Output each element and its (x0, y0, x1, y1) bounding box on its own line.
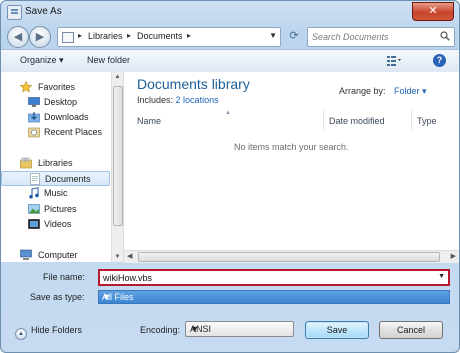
downloads-icon (28, 112, 40, 123)
hide-folders-button[interactable]: ▲ Hide Folders (15, 325, 82, 340)
chevron-down-icon[interactable]: ▼ (190, 324, 290, 334)
nav-item-favorites[interactable]: Favorites (1, 80, 110, 95)
breadcrumb-separator-icon[interactable]: ▸ (127, 31, 131, 40)
desktop-icon (28, 97, 40, 107)
pictures-icon (28, 204, 40, 214)
save-as-type-select[interactable]: All Files ▼ (98, 290, 450, 304)
horizontal-scrollbar[interactable]: ◀ ▶ (124, 250, 459, 263)
star-icon (20, 81, 32, 93)
nav-item-pictures[interactable]: Pictures (1, 202, 110, 217)
scrollbar-thumb[interactable] (138, 252, 440, 262)
empty-message: No items match your search. (234, 142, 349, 152)
search-input[interactable] (312, 30, 432, 43)
nav-label: Downloads (44, 112, 89, 122)
nav-label: Pictures (44, 204, 77, 214)
save-as-dialog: Save As ✕ ◀ ▶ ▸ Libraries ▸ Documents ▸ … (0, 0, 460, 353)
sort-indicator-icon: ▲ (225, 110, 231, 116)
nav-item-recent-places[interactable]: Recent Places (1, 125, 110, 140)
column-divider (323, 110, 324, 130)
scroll-down-icon[interactable]: ▼ (112, 254, 123, 260)
forward-button[interactable]: ▶ (29, 26, 51, 48)
search-icon[interactable] (440, 31, 450, 41)
new-folder-button[interactable]: New folder (87, 55, 130, 65)
chevron-down-icon[interactable]: ▼ (438, 273, 445, 280)
library-title: Documents library (137, 76, 250, 92)
nav-label: Documents (45, 174, 91, 184)
music-icon (29, 187, 39, 199)
file-list-pane: Documents library Includes: 2 locations … (124, 72, 459, 262)
chevron-down-icon[interactable]: ▼ (102, 292, 446, 302)
scroll-right-icon[interactable]: ▶ (451, 252, 456, 260)
search-box[interactable] (307, 27, 455, 47)
column-header-date-modified[interactable]: Date modified (329, 116, 385, 126)
libraries-icon (20, 157, 32, 169)
hide-folders-label: Hide Folders (31, 325, 83, 335)
forward-arrow-icon: ▶ (35, 31, 45, 43)
column-header-type[interactable]: Type (417, 116, 437, 126)
save-as-type-label: Save as type: (30, 292, 85, 302)
arrange-by-label: Arrange by: (339, 86, 386, 96)
breadcrumb-libraries[interactable]: Libraries (88, 31, 123, 41)
file-name-input[interactable] (103, 272, 423, 284)
cancel-button[interactable]: Cancel (379, 321, 443, 339)
nav-scrollbar[interactable]: ▲ ▼ (111, 72, 123, 262)
command-toolbar: Organize ▾ New folder ? (1, 49, 459, 73)
refresh-button[interactable]: ⟳ (284, 27, 304, 45)
close-button[interactable]: ✕ (412, 2, 454, 21)
scrollbar-thumb[interactable] (113, 86, 123, 226)
nav-label: Videos (44, 219, 72, 229)
recent-places-icon (28, 127, 40, 138)
encoding-select[interactable]: ANSI ▼ (185, 321, 294, 337)
scroll-up-icon[interactable]: ▲ (112, 74, 123, 80)
save-button[interactable]: Save (305, 321, 369, 339)
address-bar[interactable]: ▸ Libraries ▸ Documents ▸ ▼ (57, 27, 281, 47)
folder-icon (62, 32, 74, 43)
scroll-left-icon[interactable]: ◀ (127, 252, 132, 260)
encoding-label: Encoding: (140, 325, 181, 335)
navigation-pane: Favorites Desktop Downloads Recent Place… (1, 72, 124, 262)
videos-icon (28, 219, 40, 229)
nav-item-computer[interactable]: Computer (1, 248, 110, 263)
nav-item-libraries[interactable]: Libraries (1, 156, 110, 171)
arrange-by-dropdown[interactable]: Folder ▾ (394, 86, 427, 97)
column-divider (411, 110, 412, 130)
nav-label: Computer (38, 250, 78, 260)
back-arrow-icon: ◀ (13, 31, 23, 43)
refresh-icon: ⟳ (289, 30, 299, 42)
computer-icon (20, 249, 32, 260)
breadcrumb-separator-icon: ▸ (78, 31, 83, 40)
nav-label: Libraries (38, 158, 73, 168)
chevron-up-icon: ▲ (15, 328, 27, 340)
locations-link[interactable]: 2 locations (176, 95, 219, 105)
documents-icon (30, 173, 40, 185)
includes-label: Includes: (137, 95, 174, 105)
breadcrumb-documents[interactable]: Documents (137, 31, 183, 41)
title-bar: Save As ✕ (1, 1, 459, 23)
nav-item-videos[interactable]: Videos (1, 217, 110, 232)
organize-menu[interactable]: Organize ▾ (20, 55, 64, 66)
nav-item-desktop[interactable]: Desktop (1, 95, 110, 110)
nav-item-documents[interactable]: Documents (1, 171, 110, 186)
library-includes: Includes: 2 locations (137, 95, 219, 105)
nav-label: Favorites (38, 82, 76, 92)
back-button[interactable]: ◀ (7, 26, 29, 48)
file-name-field[interactable]: ▼ (98, 269, 450, 286)
window-title: Save As (25, 6, 62, 17)
nav-label: Desktop (44, 97, 78, 107)
help-icon[interactable]: ? (433, 54, 446, 67)
nav-label: Recent Places (44, 127, 103, 137)
notepad-icon (7, 5, 22, 20)
address-dropdown-icon[interactable]: ▼ (269, 31, 277, 40)
nav-label: Music (44, 188, 68, 198)
file-name-label: File name: (43, 272, 86, 282)
nav-item-music[interactable]: Music (1, 186, 110, 201)
column-header-name[interactable]: Name (137, 116, 161, 126)
nav-item-downloads[interactable]: Downloads (1, 110, 110, 125)
breadcrumb-separator-icon[interactable]: ▸ (187, 31, 191, 40)
change-view-icon[interactable] (387, 55, 401, 66)
